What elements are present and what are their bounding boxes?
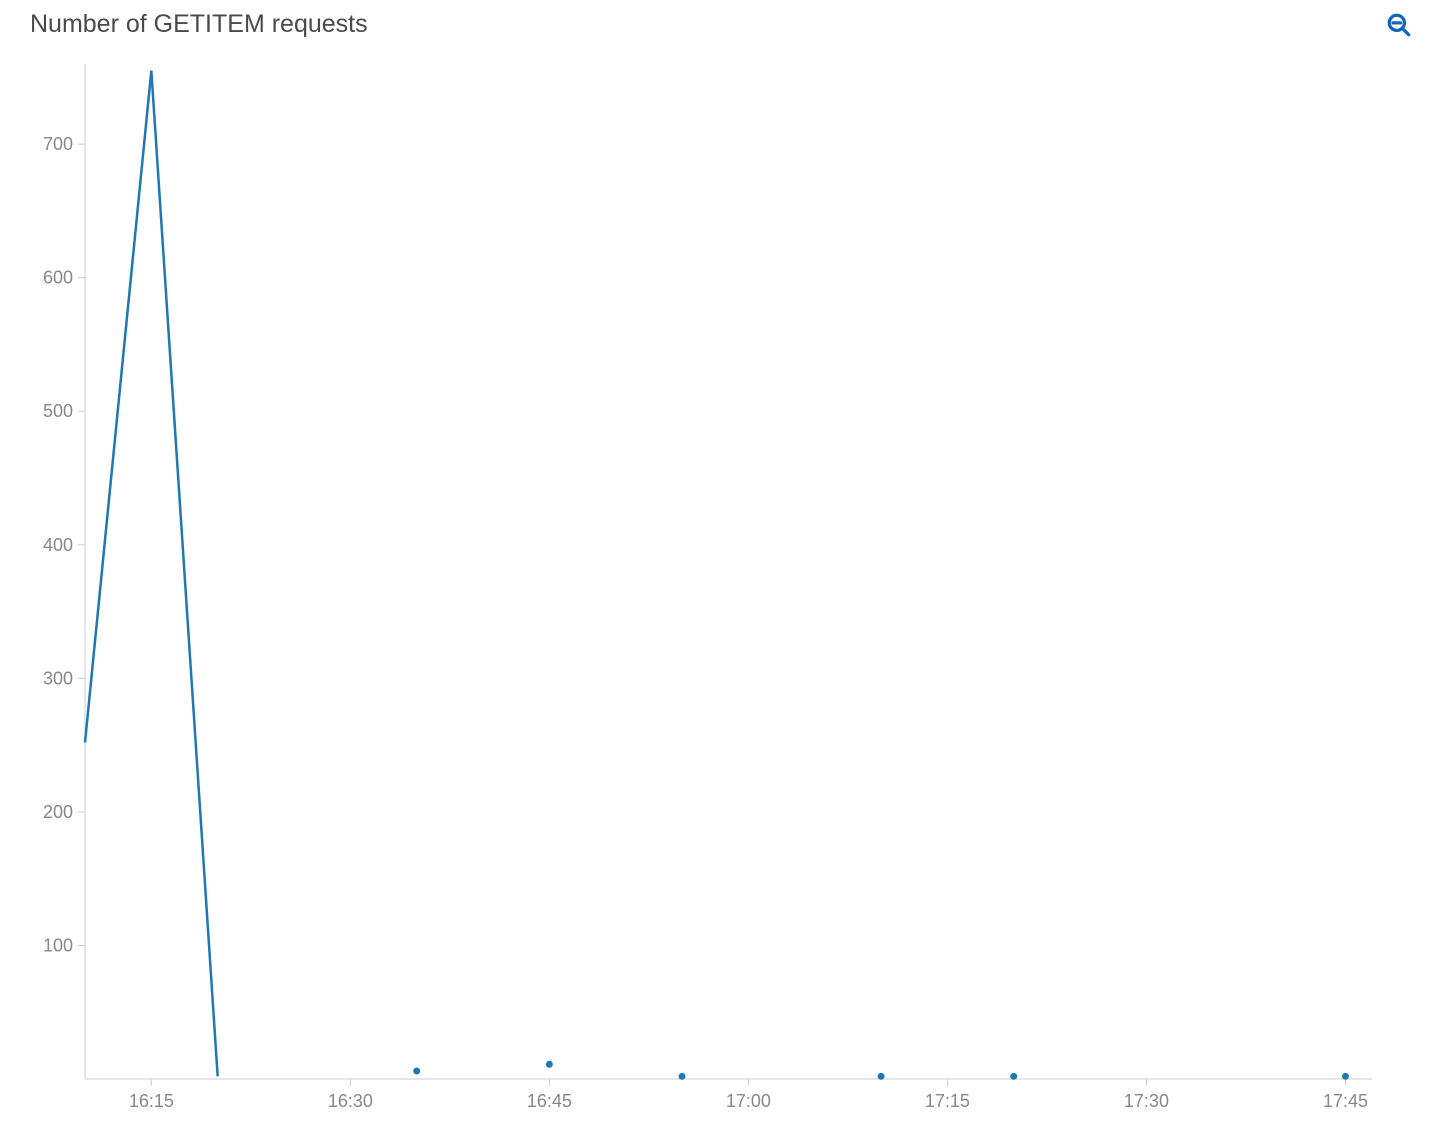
chart-title: Number of GETITEM requests — [30, 10, 368, 39]
zoom-out-icon — [1386, 12, 1412, 38]
x-tick-label: 16:15 — [129, 1091, 174, 1111]
y-tick-label: 700 — [43, 134, 73, 154]
data-point — [546, 1061, 553, 1068]
chart-svg: 100 200 300 400 500 600 700 16:15 16:30 16:45 17:0… — [30, 49, 1412, 1134]
data-point — [679, 1073, 686, 1080]
data-point — [878, 1073, 885, 1080]
data-point — [413, 1067, 420, 1074]
x-tick-label: 17:45 — [1323, 1091, 1368, 1111]
x-tick-label: 16:45 — [527, 1091, 572, 1111]
x-tick-label: 16:30 — [328, 1091, 373, 1111]
y-tick-label: 600 — [43, 268, 73, 288]
y-tick-label: 400 — [43, 535, 73, 555]
zoom-out-button[interactable] — [1386, 12, 1412, 38]
y-tick-label: 200 — [43, 802, 73, 822]
x-tick-label: 17:30 — [1124, 1091, 1169, 1111]
chart-header: Number of GETITEM requests — [0, 0, 1442, 39]
y-tick-label: 500 — [43, 401, 73, 421]
y-tick-label: 100 — [43, 935, 73, 955]
data-point — [1010, 1073, 1017, 1080]
x-tick-label: 17:15 — [925, 1091, 970, 1111]
x-tick-label: 17:00 — [726, 1091, 771, 1111]
data-point — [1342, 1073, 1349, 1080]
y-tick-label: 300 — [43, 668, 73, 688]
chart-plot-area: 100 200 300 400 500 600 700 16:15 16:30 16:45 17:0… — [30, 49, 1412, 1139]
data-line — [85, 71, 218, 1077]
